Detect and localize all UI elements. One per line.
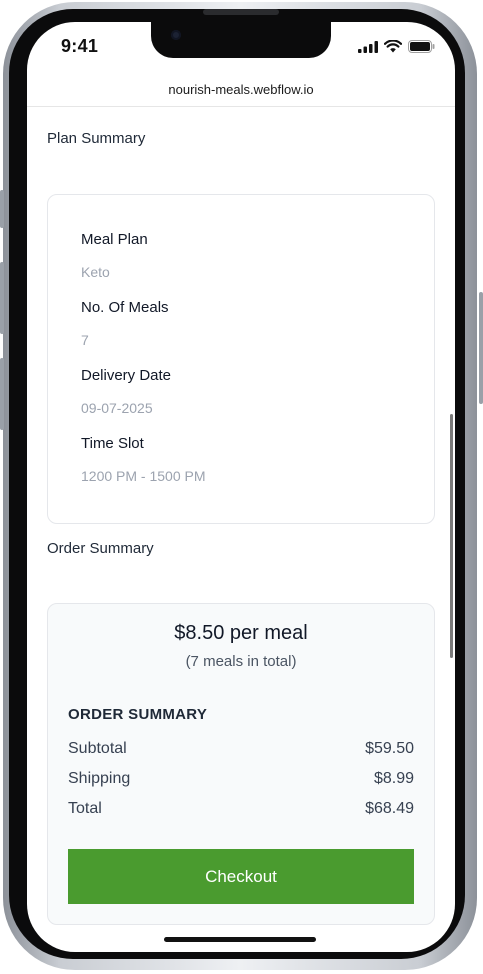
- signal-icon: [358, 40, 378, 53]
- front-camera: [171, 30, 181, 40]
- delivery-date-value: 09-07-2025: [81, 400, 153, 416]
- browser-address-bar[interactable]: nourish-meals.webflow.io: [27, 78, 455, 107]
- price-per-meal: $8.50 per meal: [174, 622, 308, 644]
- subtotal-label: Subtotal: [68, 740, 127, 757]
- no-of-meals-label: No. Of Meals: [81, 299, 169, 316]
- mute-switch: [0, 190, 4, 228]
- order-summary-heading: ORDER SUMMARY: [68, 706, 208, 723]
- power-button: [479, 292, 483, 404]
- wifi-icon: [384, 40, 402, 53]
- order-summary-card: $8.50 per meal (7 meals in total) ORDER …: [47, 603, 435, 925]
- shipping-label: Shipping: [68, 770, 131, 787]
- battery-icon: [408, 40, 435, 53]
- checkout-button[interactable]: Checkout: [68, 849, 414, 904]
- delivery-date-label: Delivery Date: [81, 367, 172, 384]
- total-label: Total: [68, 800, 102, 817]
- time-slot-label: Time Slot: [81, 435, 144, 452]
- home-indicator[interactable]: [164, 937, 316, 942]
- status-icons: [358, 40, 435, 53]
- order-summary-title: Order Summary: [47, 540, 154, 557]
- meal-plan-label: Meal Plan: [81, 231, 148, 248]
- time-slot-value: 1200 PM - 1500 PM: [81, 468, 206, 484]
- notch: [151, 22, 331, 58]
- status-time: 9:41: [61, 36, 99, 56]
- meal-plan-value: Keto: [81, 264, 110, 280]
- speaker-grille: [203, 9, 279, 15]
- plan-summary-card: Meal Plan Keto No. Of Meals 7 Delivery D…: [47, 194, 435, 524]
- page-scrollbar[interactable]: [450, 414, 453, 658]
- url-text: nourish-meals.webflow.io: [168, 82, 314, 97]
- meals-total-note: (7 meals in total): [185, 653, 297, 670]
- subtotal-value: $59.50: [365, 740, 414, 757]
- volume-up-button: [0, 262, 4, 334]
- plan-summary-title: Plan Summary: [47, 130, 146, 147]
- total-value: $68.49: [365, 800, 414, 817]
- volume-down-button: [0, 358, 4, 430]
- screen: 9:41 nourish-meals.webflow.io Plan Summa…: [27, 22, 455, 952]
- no-of-meals-value: 7: [81, 332, 89, 348]
- shipping-value: $8.99: [373, 770, 414, 787]
